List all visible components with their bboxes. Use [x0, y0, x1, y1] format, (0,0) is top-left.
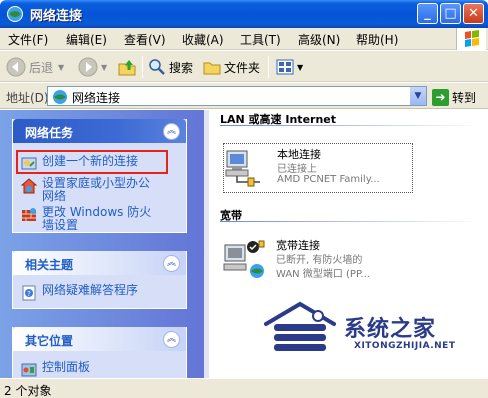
- menu-favorites[interactable]: 收藏(A): [182, 31, 224, 48]
- go-button[interactable]: ➜ 转到: [432, 87, 476, 107]
- collapse-chevron-icon[interactable]: ︽: [163, 331, 180, 348]
- house-logo-icon: [264, 301, 336, 351]
- site-watermark: 系统之家 XITONGZHIJIA.NET: [260, 300, 485, 358]
- forward-button[interactable]: ▼: [78, 57, 107, 77]
- group-divider: [220, 125, 482, 126]
- collapse-chevron-icon[interactable]: ︽: [163, 123, 180, 140]
- other-places-title: 其它位置: [25, 334, 74, 348]
- task-home-network[interactable]: 设置家庭或小型办公 网络: [21, 177, 150, 203]
- firewall-icon: [22, 208, 36, 221]
- network-tasks-title: 网络任务: [25, 126, 74, 140]
- folders-button[interactable]: 文件夹: [203, 57, 260, 77]
- watermark-name: 系统之家: [344, 316, 437, 342]
- task-home-network-label: 设置家庭或小型办公 网络: [42, 176, 151, 203]
- search-button[interactable]: 搜索: [148, 57, 193, 77]
- home-network-icon: [21, 178, 37, 194]
- task-pane: 网络任务 ︽ 创建一个新的连接 设置家庭或小型办公 网络 更改 Windows …: [0, 110, 204, 378]
- menu-help[interactable]: 帮助(H): [356, 31, 398, 48]
- back-arrow-icon: [6, 57, 26, 77]
- group-divider: [220, 221, 482, 222]
- status-bar: 2 个对象: [0, 378, 488, 398]
- views-button[interactable]: ▼: [276, 57, 303, 77]
- network-tasks-panel: 网络任务 ︽ 创建一个新的连接 设置家庭或小型办公 网络 更改 Windows …: [12, 119, 187, 233]
- minimize-button[interactable]: _: [417, 3, 438, 24]
- connection-device: WAN 微型端口 (PP...: [276, 269, 370, 280]
- lan-connection-icon: [225, 150, 260, 187]
- go-label: 转到: [452, 90, 477, 105]
- windows-logo-icon: [456, 28, 486, 50]
- forward-arrow-icon: [78, 57, 98, 77]
- close-button[interactable]: ✕: [463, 3, 484, 24]
- up-folder-icon: [118, 60, 136, 76]
- task-troubleshooter-label: 网络疑难解答程序: [42, 283, 139, 297]
- back-label: 后退: [29, 60, 54, 75]
- help-document-icon: ?: [22, 285, 36, 301]
- views-icon: [276, 59, 294, 75]
- watermark-url: XITONGZHIJIA.NET: [354, 341, 456, 351]
- address-value: 网络连接: [72, 91, 121, 105]
- address-input[interactable]: 网络连接 ▼: [47, 86, 427, 106]
- related-topics-title: 相关主题: [25, 258, 74, 272]
- connection-broadband[interactable]: 宽带连接 已断开, 有防火墙的 WAN 微型端口 (PP...: [223, 235, 413, 285]
- new-connection-icon: [21, 157, 37, 170]
- address-label: 地址(D): [6, 91, 49, 105]
- network-connections-icon: [7, 6, 23, 22]
- address-bar: 地址(D) 网络连接 ▼ ➜ 转到: [0, 83, 488, 109]
- chevron-down-icon: ▼: [297, 62, 304, 72]
- title-bar: 网络连接 _ □ ✕: [0, 0, 488, 28]
- network-tasks-header[interactable]: 网络任务 ︽: [13, 119, 186, 143]
- related-topics-panel: 相关主题 ︽ ? 网络疑难解答程序: [12, 251, 187, 309]
- control-panel-icon: [21, 363, 37, 377]
- other-places-panel: 其它位置 ︽ 控制面板: [12, 327, 187, 378]
- related-topics-header[interactable]: 相关主题 ︽: [13, 251, 186, 275]
- chevron-down-icon: ▼: [58, 62, 65, 72]
- up-folder-button[interactable]: [117, 57, 137, 77]
- svg-text:?: ?: [27, 290, 31, 298]
- task-troubleshooter[interactable]: ? 网络疑难解答程序: [21, 284, 138, 301]
- network-globe-icon: [53, 90, 67, 104]
- broadband-connection-icon: [223, 240, 265, 278]
- window-title: 网络连接: [30, 9, 83, 24]
- task-create-connection[interactable]: 创建一个新的连接: [21, 155, 138, 172]
- collapse-chevron-icon[interactable]: ︽: [163, 255, 180, 272]
- task-create-connection-label: 创建一个新的连接: [42, 154, 139, 168]
- task-control-panel[interactable]: 控制面板: [21, 361, 90, 378]
- folder-icon: [203, 62, 221, 75]
- task-control-panel-label: 控制面板: [42, 360, 91, 374]
- search-icon: [149, 59, 165, 75]
- chevron-down-icon: ▼: [101, 62, 108, 72]
- connection-status: 已连接上: [277, 164, 317, 175]
- connection-device: AMD PCNET Family...: [277, 174, 380, 185]
- folders-label: 文件夹: [224, 60, 261, 75]
- menu-bar: 文件(F) 编辑(E) 查看(V) 收藏(A) 工具(T) 高级(N) 帮助(H…: [0, 28, 488, 50]
- menu-edit[interactable]: 编辑(E): [66, 31, 107, 48]
- address-dropdown-button[interactable]: ▼: [409, 87, 426, 105]
- menu-advanced[interactable]: 高级(N): [298, 31, 340, 48]
- maximize-button[interactable]: □: [440, 3, 461, 24]
- status-text: 2 个对象: [4, 384, 52, 398]
- go-arrow-icon: ➜: [432, 88, 449, 106]
- back-dropdown[interactable]: ▼: [58, 57, 64, 77]
- toolbar: 后退 ▼ ▼ 搜索 文件夹 ▼: [0, 51, 488, 82]
- task-firewall[interactable]: 更改 Windows 防火 墙设置: [21, 206, 151, 232]
- connection-status: 已断开, 有防火墙的: [276, 255, 363, 266]
- menu-view[interactable]: 查看(V): [124, 31, 166, 48]
- menu-file[interactable]: 文件(F): [8, 31, 48, 48]
- task-firewall-label: 更改 Windows 防火 墙设置: [42, 205, 152, 232]
- search-label: 搜索: [169, 60, 194, 75]
- back-button[interactable]: 后退: [6, 57, 53, 77]
- other-places-header[interactable]: 其它位置 ︽: [13, 327, 186, 351]
- connection-local-area[interactable]: 本地连接 已连接上 AMD PCNET Family...: [223, 143, 413, 193]
- menu-tools[interactable]: 工具(T): [240, 31, 281, 48]
